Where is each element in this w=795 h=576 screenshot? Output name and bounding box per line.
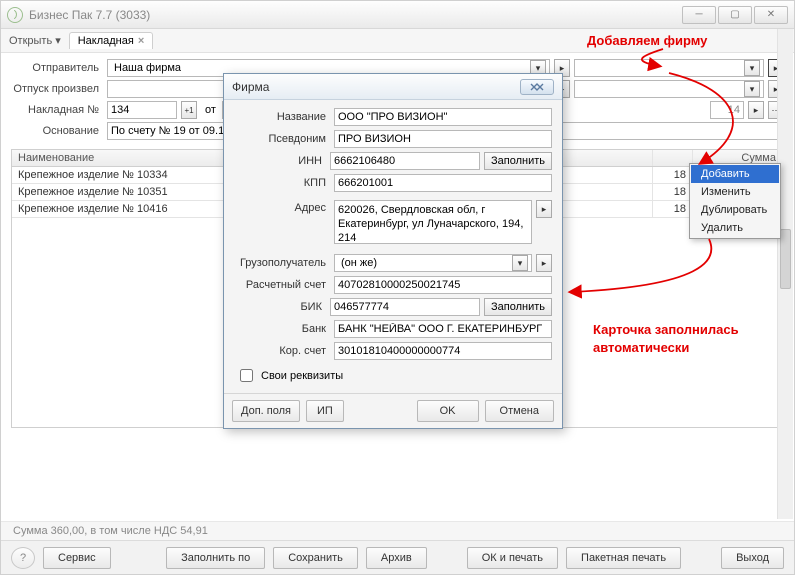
open-menu[interactable]: Открыть▾ xyxy=(9,34,61,47)
consignee-input[interactable] xyxy=(338,255,512,271)
ip-button[interactable]: ИП xyxy=(306,400,344,422)
menu-edit[interactable]: Изменить xyxy=(691,183,779,201)
vertical-scrollbar[interactable] xyxy=(777,29,793,519)
own-details-input[interactable] xyxy=(240,369,253,382)
account-label: Расчетный счет xyxy=(234,279,330,291)
scrollbar-thumb[interactable] xyxy=(780,229,791,289)
bik-fill-button[interactable]: Заполнить xyxy=(484,298,552,316)
dialog-title-bar[interactable]: Фирма xyxy=(224,74,562,100)
sender-label: Отправитель xyxy=(11,62,103,74)
via-input[interactable] xyxy=(578,81,744,97)
service-button[interactable]: Сервис xyxy=(43,547,111,569)
tab-label: Накладная xyxy=(78,35,134,47)
menu-delete[interactable]: Удалить xyxy=(691,219,779,237)
help-icon[interactable]: ? xyxy=(11,547,35,569)
alias-input[interactable] xyxy=(334,130,552,148)
inn-input[interactable] xyxy=(330,152,480,170)
col-qty[interactable] xyxy=(653,150,693,166)
maximize-button[interactable]: ▢ xyxy=(718,6,752,24)
dialog-close-button[interactable] xyxy=(520,79,554,95)
tab-close-icon[interactable]: × xyxy=(138,35,144,47)
addr-more-button[interactable]: ▸ xyxy=(536,200,552,218)
chevron-down-icon[interactable]: ▾ xyxy=(512,255,528,271)
release-label: Отпуск произвел xyxy=(11,83,103,95)
via-combo[interactable]: ▾ xyxy=(574,80,764,98)
status-bar: Сумма 360,00, в том числе НДС 54,91 xyxy=(1,521,794,540)
name-label: Название xyxy=(234,111,330,123)
toolbar: Открыть▾ Накладная × xyxy=(1,29,794,53)
own-details-checkbox[interactable]: Свои реквизиты xyxy=(236,366,552,385)
tab-invoice[interactable]: Накладная × xyxy=(69,32,154,49)
own-details-label: Свои реквизиты xyxy=(261,370,343,382)
from-label: от xyxy=(205,104,216,116)
invoice-inc-button[interactable]: +1 xyxy=(181,101,197,119)
corr-input[interactable] xyxy=(334,342,552,360)
positions-more-button[interactable]: ▸ xyxy=(748,101,764,119)
consignee-more-button[interactable]: ▸ xyxy=(536,254,552,272)
menu-duplicate[interactable]: Дублировать xyxy=(691,201,779,219)
kpp-label: КПП xyxy=(234,177,330,189)
dialog-title: Фирма xyxy=(232,80,269,94)
chevron-down-icon[interactable]: ▾ xyxy=(744,81,760,97)
close-button[interactable]: ✕ xyxy=(754,6,788,24)
firm-dialog: Фирма Название Псевдоним ИНН Заполнить К… xyxy=(223,73,563,429)
bank-input[interactable] xyxy=(334,320,552,338)
batch-print-button[interactable]: Пакетная печать xyxy=(566,547,681,569)
chevron-down-icon: ▾ xyxy=(55,34,61,47)
inn-label: ИНН xyxy=(234,155,326,167)
alias-label: Псевдоним xyxy=(234,133,330,145)
archive-button[interactable]: Архив xyxy=(366,547,427,569)
recipient-input[interactable] xyxy=(578,60,744,76)
title-bar: Бизнес Пак 7.7 (3033) ─ ▢ ✕ xyxy=(1,1,794,29)
invoice-no-label: Накладная № xyxy=(11,104,103,116)
bik-label: БИК xyxy=(234,301,326,313)
invoice-no-input[interactable] xyxy=(107,101,177,119)
name-input[interactable] xyxy=(334,108,552,126)
recipient-combo[interactable]: ▾ xyxy=(574,59,764,77)
addr-input[interactable] xyxy=(334,200,532,244)
app-icon xyxy=(7,7,23,23)
chevron-down-icon[interactable]: ▾ xyxy=(744,60,760,76)
consignee-label: Грузополучатель xyxy=(234,257,330,269)
positions-count[interactable] xyxy=(710,101,744,119)
consignee-combo[interactable]: ▾ xyxy=(334,254,532,272)
corr-label: Кор. счет xyxy=(234,345,330,357)
addr-label: Адрес xyxy=(234,200,330,214)
basis-label: Основание xyxy=(11,125,103,137)
extra-fields-button[interactable]: Доп. поля xyxy=(232,400,300,422)
cancel-button[interactable]: Отмена xyxy=(485,400,554,422)
inn-fill-button[interactable]: Заполнить xyxy=(484,152,552,170)
bik-input[interactable] xyxy=(330,298,480,316)
context-menu: Добавить Изменить Дублировать Удалить xyxy=(689,163,781,239)
exit-button[interactable]: Выход xyxy=(721,547,784,569)
save-button[interactable]: Сохранить xyxy=(273,547,358,569)
minimize-button[interactable]: ─ xyxy=(682,6,716,24)
ok-button[interactable]: OK xyxy=(417,400,479,422)
ok-print-button[interactable]: ОК и печать xyxy=(467,547,558,569)
bottom-bar: ? Сервис Заполнить по Сохранить Архив ОК… xyxy=(1,540,794,574)
menu-add[interactable]: Добавить xyxy=(691,165,779,183)
account-input[interactable] xyxy=(334,276,552,294)
kpp-input[interactable] xyxy=(334,174,552,192)
app-title: Бизнес Пак 7.7 (3033) xyxy=(29,8,150,22)
bank-label: Банк xyxy=(234,323,330,335)
fill-by-button[interactable]: Заполнить по xyxy=(166,547,265,569)
